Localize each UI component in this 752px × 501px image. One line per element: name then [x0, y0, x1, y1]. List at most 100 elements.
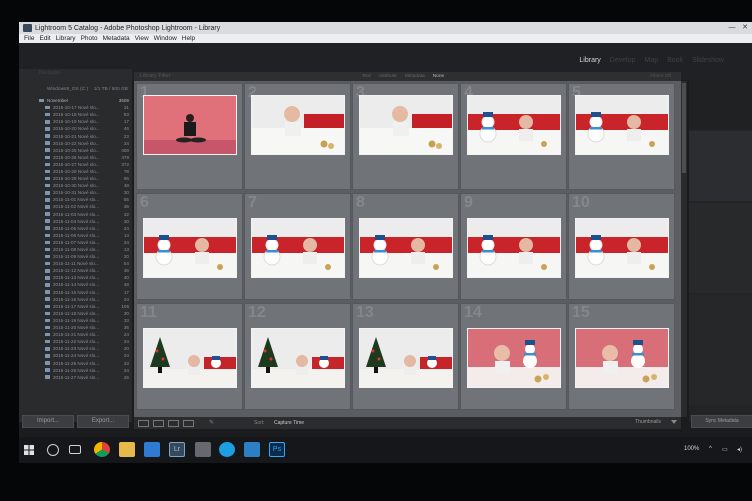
folder-root[interactable]: November 3509 — [19, 97, 132, 104]
grid-cell[interactable]: 4 — [460, 83, 567, 190]
menu-library[interactable]: Library — [56, 35, 76, 42]
survey-view-icon[interactable] — [183, 420, 194, 427]
grid-cell[interactable]: 2 — [244, 83, 351, 190]
close-button[interactable]: ✕ — [739, 23, 751, 32]
search-icon[interactable] — [47, 444, 59, 456]
grid-cell[interactable]: 6 — [136, 193, 243, 300]
grid-cell[interactable]: 11 — [136, 303, 243, 410]
folder-item[interactable]: 2015-11-07 Nové slo... 34 — [19, 239, 132, 246]
grid-cell[interactable]: 3 — [352, 83, 459, 190]
network-icon[interactable]: ▭ — [722, 446, 728, 453]
menu-window[interactable]: Window — [154, 35, 177, 42]
grid-cell[interactable]: 15 — [568, 303, 675, 410]
grid-cell[interactable]: 5 — [568, 83, 675, 190]
folder-item[interactable]: 2015-11-18 Nové slo... 30 — [19, 310, 132, 317]
minimize-button[interactable]: — — [726, 23, 738, 32]
folder-item[interactable]: 2015-10-20 Nové slo... 46 — [19, 125, 132, 132]
folder-item[interactable]: 2015-11-09 Nové slo... 20 — [19, 253, 132, 260]
folder-item[interactable]: 2015-11-16 Nové slo... 24 — [19, 296, 132, 303]
folder-item[interactable]: 2015-11-06 Nové slo... 14 — [19, 232, 132, 239]
folder-item[interactable]: 2015-11-20 Nové slo... 36 — [19, 324, 132, 331]
photo-thumbnail[interactable] — [143, 328, 237, 388]
menu-file[interactable]: File — [24, 35, 34, 42]
folder-item[interactable]: 2015-10-27 Nové slo... 372 — [19, 161, 132, 168]
loupe-view-icon[interactable] — [153, 420, 164, 427]
filter-metadata[interactable]: Metadata — [405, 74, 425, 79]
volume-row[interactable]: Windows8_OS (C:) 1/1 TB / 500 GB — [19, 85, 132, 94]
photo-thumbnail[interactable] — [575, 328, 669, 388]
module-library[interactable]: Library — [579, 57, 600, 64]
folder-item[interactable]: 2015-10-29 Nové slo... 96 — [19, 175, 132, 182]
folder-item[interactable]: 2015-10-17 Nové slo... 31 — [19, 104, 132, 111]
grid-cell[interactable]: 10 — [568, 193, 675, 300]
grid-cell[interactable]: 14 — [460, 303, 567, 410]
photo-thumbnail[interactable] — [143, 95, 237, 155]
toolbar-menu-icon[interactable] — [671, 420, 677, 424]
folder-item[interactable]: 2015-11-27 Nové slo... 26 — [19, 374, 132, 381]
calculator-icon[interactable] — [195, 442, 211, 457]
photo-thumbnail[interactable] — [251, 328, 345, 388]
folder-item[interactable]: 2015-11-19 Nové slo... 33 — [19, 317, 132, 324]
photo-thumbnail[interactable] — [575, 218, 669, 278]
photo-thumbnail[interactable] — [467, 328, 561, 388]
folder-item[interactable]: 2015-10-28 Nové slo... 78 — [19, 168, 132, 175]
folder-item[interactable]: 2015-11-04 Nové slo... 30 — [19, 218, 132, 225]
windows-start-icon[interactable] — [24, 445, 34, 455]
export-button[interactable]: Export... — [77, 415, 129, 428]
photo-thumbnail[interactable] — [575, 95, 669, 155]
grid-view-icon[interactable] — [138, 420, 149, 427]
navigator-header[interactable]: Navigator — [19, 69, 132, 77]
module-book[interactable]: Book — [667, 57, 683, 64]
grid-cell[interactable]: 8 — [352, 193, 459, 300]
folder-item[interactable]: 2015-11-25 Nové slo... 33 — [19, 359, 132, 366]
folder-item[interactable]: 2015-11-11 Nové slo... 54 — [19, 260, 132, 267]
chrome-icon[interactable] — [94, 442, 110, 457]
photo-thumbnail[interactable] — [143, 218, 237, 278]
filter-attribute[interactable]: Attribute — [379, 74, 397, 79]
folder-item[interactable]: 2015-10-22 Nové slo... 34 — [19, 140, 132, 147]
folder-item[interactable]: 2015-11-15 Nové slo... 17 — [19, 289, 132, 296]
skype-icon[interactable] — [219, 442, 235, 457]
folder-item[interactable]: 2015-11-26 Nové slo... 34 — [19, 367, 132, 374]
grid-cell[interactable]: 12 — [244, 303, 351, 410]
grid-scrollbar[interactable] — [681, 81, 687, 417]
compare-view-icon[interactable] — [168, 420, 179, 427]
folder-item[interactable]: 2015-11-22 Nové slo... 34 — [19, 338, 132, 345]
folder-item[interactable]: 2015-11-23 Nové slo... 20 — [19, 345, 132, 352]
folder-item[interactable]: 2015-11-08 Nové slo... 13 — [19, 246, 132, 253]
scroll-thumb[interactable] — [682, 83, 686, 173]
folder-item[interactable]: 2015-11-01 Nové slo... 55 — [19, 196, 132, 203]
module-slideshow[interactable]: Slideshow — [692, 57, 724, 64]
sync-metadata-button[interactable]: Sync Metadata — [691, 415, 752, 428]
filter-none[interactable]: None — [433, 74, 444, 79]
menu-photo[interactable]: Photo — [81, 35, 98, 42]
grid-cell[interactable]: 7 — [244, 193, 351, 300]
menu-edit[interactable]: Edit — [39, 35, 50, 42]
folder-item[interactable]: 2015-10-31 Nové slo... 30 — [19, 189, 132, 196]
painter-icon[interactable]: ✎ — [209, 419, 214, 426]
menu-view[interactable]: View — [135, 35, 149, 42]
filter-preset[interactable]: Filters Off — [650, 74, 671, 79]
menu-help[interactable]: Help — [182, 35, 195, 42]
folder-item[interactable]: 2015-10-26 Nové slo... 479 — [19, 154, 132, 161]
folder-item[interactable]: 2015-10-30 Nové slo... 48 — [19, 182, 132, 189]
folder-item[interactable]: 2015-10-21 Nové slo... 23 — [19, 132, 132, 139]
photo-thumbnail[interactable] — [467, 95, 561, 155]
photo-thumbnail[interactable] — [359, 218, 453, 278]
photos-icon[interactable] — [244, 442, 260, 457]
photo-thumbnail[interactable] — [359, 95, 453, 155]
grid-cell[interactable]: 1 — [136, 83, 243, 190]
photo-thumbnail[interactable] — [467, 218, 561, 278]
folder-item[interactable]: 2015-11-17 Nové slo... 105 — [19, 303, 132, 310]
folder-item[interactable]: 2015-11-03 Nové slo... 42 — [19, 211, 132, 218]
photo-thumbnail[interactable] — [251, 95, 345, 155]
module-map[interactable]: Map — [644, 57, 658, 64]
folder-item[interactable]: 2015-10-19 Nové slo... 17 — [19, 118, 132, 125]
task-view-icon[interactable] — [69, 445, 81, 454]
module-develop[interactable]: Develop — [610, 57, 636, 64]
grid-cell[interactable]: 9 — [460, 193, 567, 300]
folder-item[interactable]: 2015-11-14 Nové slo... 48 — [19, 281, 132, 288]
lightroom-taskbar-icon[interactable]: Lr — [169, 442, 185, 457]
photo-thumbnail[interactable] — [359, 328, 453, 388]
folder-item[interactable]: 2015-10-25 Nové slo... 400 — [19, 147, 132, 154]
